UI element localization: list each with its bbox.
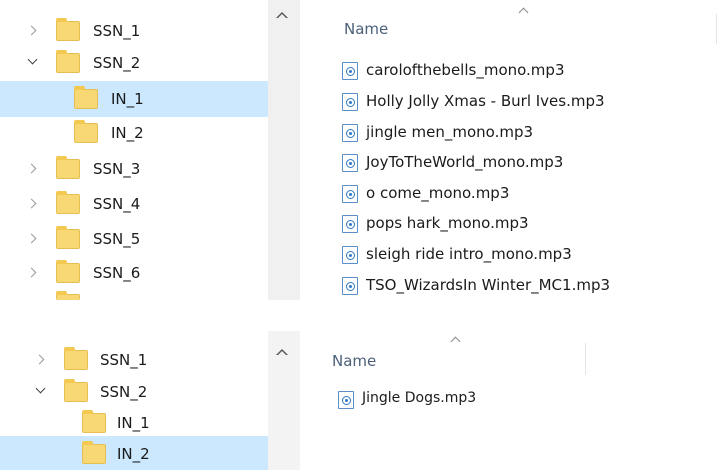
- explorer-window-top: SSN_1 SSN_2 IN_1 IN_2 SSN_3 SSN_4 SSN_5 …: [0, 0, 721, 300]
- nav-item-in-2[interactable]: IN_2: [0, 436, 268, 470]
- name-column-header[interactable]: Name: [344, 20, 388, 38]
- navigation-pane: SSN_1 SSN_2 IN_1 IN_2: [0, 331, 268, 470]
- nav-item-label: IN_2: [111, 124, 144, 142]
- folder-icon: [56, 156, 80, 179]
- chevron-right-icon[interactable]: [26, 197, 40, 211]
- nav-item-label: SSN_1: [93, 22, 141, 40]
- audio-file-icon: [342, 124, 358, 142]
- audio-file-icon: [342, 93, 358, 111]
- scroll-up-arrow-icon[interactable]: [276, 12, 288, 18]
- folder-icon: [56, 226, 80, 249]
- file-row[interactable]: jingle men_mono.mp3: [342, 121, 721, 145]
- folder-icon: [56, 260, 80, 283]
- chevron-right-icon[interactable]: [26, 24, 40, 38]
- folder-icon: [64, 347, 88, 370]
- file-row[interactable]: sleigh ride intro_mono.mp3: [342, 243, 721, 267]
- nav-item-ssn-2[interactable]: SSN_2: [0, 45, 268, 81]
- folder-icon: [56, 191, 80, 214]
- file-row[interactable]: Jingle Dogs.mp3: [338, 388, 717, 412]
- explorer-window-bottom: SSN_1 SSN_2 IN_1 IN_2 Name Jingle Dogs.m…: [0, 331, 721, 470]
- scroll-up-arrow-icon[interactable]: [276, 349, 288, 355]
- file-name: sleigh ride intro_mono.mp3: [366, 245, 572, 263]
- chevron-down-icon[interactable]: [26, 56, 40, 70]
- nav-item-label: IN_1: [117, 414, 150, 432]
- folder-icon: [56, 291, 80, 300]
- chevron-right-icon[interactable]: [26, 232, 40, 246]
- file-name: Holly Jolly Xmas - Burl Ives.mp3: [366, 92, 605, 110]
- nav-item-label: SSN_5: [93, 230, 141, 248]
- nav-item-label: SSN_3: [93, 160, 141, 178]
- chevron-down-icon[interactable]: [34, 385, 48, 399]
- column-divider[interactable]: [716, 14, 717, 44]
- sort-ascending-icon: [451, 337, 461, 343]
- nav-item-ssn-3[interactable]: SSN_3: [0, 151, 268, 187]
- audio-file-icon: [342, 185, 358, 203]
- name-column-header[interactable]: Name: [332, 352, 376, 370]
- audio-file-icon: [342, 215, 358, 233]
- audio-file-icon: [342, 277, 358, 295]
- file-list-pane: Name carolofthebells_mono.mp3 Holly Joll…: [300, 0, 721, 300]
- file-name: carolofthebells_mono.mp3: [366, 61, 565, 79]
- file-row[interactable]: Holly Jolly Xmas - Burl Ives.mp3: [342, 90, 721, 114]
- nav-item-ssn-4[interactable]: SSN_4: [0, 186, 268, 222]
- file-row[interactable]: TSO_WizardsIn Winter_MC1.mp3: [342, 274, 721, 298]
- file-name: JoyToTheWorld_mono.mp3: [366, 153, 564, 171]
- audio-file-icon: [342, 62, 358, 80]
- file-row[interactable]: carolofthebells_mono.mp3: [342, 59, 721, 83]
- audio-file-icon: [342, 246, 358, 264]
- column-divider[interactable]: [585, 343, 586, 375]
- nav-item-label: IN_1: [111, 90, 144, 108]
- nav-item-label: SSN_4: [93, 195, 141, 213]
- chevron-right-icon[interactable]: [26, 162, 40, 176]
- nav-item-label: SSN_2: [93, 54, 141, 72]
- nav-item-ssn-1[interactable]: SSN_1: [0, 342, 268, 378]
- nav-item-label: SSN_1: [100, 351, 148, 369]
- navigation-pane: SSN_1 SSN_2 IN_1 IN_2 SSN_3 SSN_4 SSN_5 …: [0, 0, 268, 300]
- folder-icon: [82, 410, 106, 433]
- file-name: o come_mono.mp3: [366, 184, 510, 202]
- nav-item-ssn-5[interactable]: SSN_5: [0, 221, 268, 257]
- folder-icon: [56, 50, 80, 73]
- file-row[interactable]: pops hark_mono.mp3: [342, 212, 721, 236]
- file-list-pane: Name Jingle Dogs.mp3: [300, 331, 721, 470]
- folder-icon: [74, 86, 98, 109]
- file-row[interactable]: JoyToTheWorld_mono.mp3: [342, 151, 721, 175]
- audio-file-icon: [338, 391, 354, 409]
- chevron-right-icon[interactable]: [26, 266, 40, 280]
- nav-item-label: SSN_2: [100, 383, 148, 401]
- nav-item-ssn-6[interactable]: SSN_6: [0, 255, 268, 291]
- audio-file-icon: [342, 154, 358, 172]
- sort-ascending-icon: [519, 8, 529, 14]
- folder-icon: [56, 18, 80, 41]
- chevron-right-icon[interactable]: [34, 353, 48, 367]
- file-name: jingle men_mono.mp3: [366, 123, 534, 141]
- folder-icon: [74, 120, 98, 143]
- nav-item-ssn-1[interactable]: SSN_1: [0, 13, 268, 49]
- nav-scrollbar[interactable]: [268, 0, 300, 300]
- file-name: TSO_WizardsIn Winter_MC1.mp3: [366, 276, 611, 294]
- nav-item-in-1[interactable]: IN_1: [0, 81, 268, 117]
- folder-icon: [82, 441, 106, 464]
- file-name: pops hark_mono.mp3: [366, 214, 529, 232]
- file-row[interactable]: o come_mono.mp3: [342, 182, 721, 206]
- nav-item-in-2[interactable]: IN_2: [0, 115, 268, 151]
- nav-item-label: SSN_6: [93, 264, 141, 282]
- file-name: Jingle Dogs.mp3: [362, 390, 477, 406]
- folder-icon: [64, 379, 88, 402]
- nav-scrollbar[interactable]: [268, 331, 300, 470]
- nav-item-label: IN_2: [117, 445, 150, 463]
